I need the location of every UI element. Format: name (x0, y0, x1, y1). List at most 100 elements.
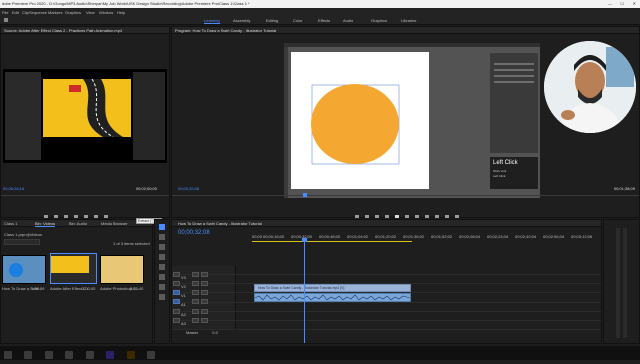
home-icon[interactable] (4, 18, 8, 22)
track-master: Master 0.0 (172, 321, 601, 335)
workspace-color[interactable]: Color (293, 18, 303, 23)
menu-markers[interactable]: Markers (48, 10, 62, 15)
step-forward-icon[interactable] (405, 215, 409, 219)
source-scrubber[interactable] (1, 195, 169, 196)
workspace-graphics[interactable]: Graphics (371, 18, 387, 23)
ruler-tick: 00;01;52;02 (431, 234, 453, 239)
search-icon[interactable] (24, 350, 33, 359)
task-view-icon[interactable] (44, 350, 53, 359)
project-thumb-1[interactable] (2, 255, 46, 284)
workspace-effects[interactable]: Effects (318, 18, 330, 23)
program-scrubber[interactable] (172, 195, 639, 196)
step-back-icon[interactable] (385, 215, 389, 219)
razor-icon[interactable] (159, 254, 165, 260)
slip-icon[interactable] (159, 264, 165, 270)
ruler-tick: 00;02;08;04 (459, 234, 481, 239)
ruler-tick: 00;00;48;00 (319, 234, 341, 239)
windows-start-icon[interactable] (4, 350, 12, 359)
step-back-icon[interactable] (44, 215, 48, 219)
browser-icon[interactable] (85, 350, 94, 359)
menu-view[interactable]: View (86, 10, 95, 15)
tab-media-browser[interactable]: Media Browser (101, 221, 128, 226)
workspace-libraries[interactable]: Libraries (401, 18, 416, 23)
go-out-icon[interactable] (415, 215, 419, 219)
insert-icon[interactable] (84, 215, 88, 219)
project-search-input[interactable] (4, 239, 40, 245)
audio-waveform (255, 294, 410, 301)
audio-clip[interactable] (254, 293, 411, 302)
extract-icon[interactable] (435, 215, 439, 219)
track-v2: V2 (172, 275, 601, 289)
ruler-tick: 00;00;16;00 (263, 234, 285, 239)
camera-icon[interactable] (445, 215, 449, 219)
tab-bin-videos[interactable]: Bin: Videos (35, 221, 56, 227)
mark-out-icon[interactable] (365, 215, 369, 219)
menu-sequence[interactable]: Sequence (29, 10, 47, 15)
work-area-bar[interactable] (252, 241, 412, 242)
selection-tool-icon[interactable] (159, 224, 165, 230)
menu-window[interactable]: Window (99, 10, 113, 15)
export-frame-icon[interactable] (104, 215, 108, 219)
project-thumb-2[interactable] (50, 253, 97, 284)
workspace-assembly[interactable]: Assembly (233, 18, 250, 23)
ruler-tick: 00;02;24;04 (487, 234, 509, 239)
menu-help[interactable]: Help (117, 10, 125, 15)
source-right-ui (133, 72, 165, 160)
program-monitor-title: Program: How To Draw a Swirl Candy - Ill… (175, 28, 277, 33)
program-playhead[interactable] (303, 193, 307, 197)
video-clip[interactable]: How To Draw a Swirl Candy - Illustrator … (254, 284, 411, 292)
workspace-editing[interactable]: Editing (266, 18, 278, 23)
play-icon[interactable] (395, 215, 399, 219)
type-icon[interactable] (159, 294, 165, 300)
source-video-frame (3, 69, 167, 163)
track-select-icon[interactable] (159, 234, 165, 240)
illustrator-icon[interactable] (126, 350, 135, 359)
lift-icon[interactable] (425, 215, 429, 219)
program-video-frame: Left Click Work Link Left Click (284, 43, 540, 198)
source-monitor-header: Source: Adobe After Effect Class 2 - Pra… (1, 27, 169, 34)
timeline-tab[interactable]: How To Draw a Swirl Candy - Illustrator … (178, 221, 262, 226)
menu-file[interactable]: File (2, 10, 8, 15)
illustrator-artboard (291, 52, 429, 189)
orange-circle (311, 84, 400, 165)
pen-icon[interactable] (159, 274, 165, 280)
settings-icon[interactable] (455, 215, 459, 219)
hand-icon[interactable] (159, 284, 165, 290)
prev-icon[interactable] (54, 215, 58, 219)
premiere-icon[interactable] (106, 350, 115, 359)
overlay-sub2: Left Click (493, 174, 506, 178)
menu-edit[interactable]: Edit (12, 10, 19, 15)
maximize-icon[interactable]: ☐ (620, 1, 624, 6)
timeline-playhead-handle[interactable] (302, 238, 307, 242)
master-value[interactable]: 0.0 (212, 330, 218, 335)
play-icon[interactable] (64, 215, 68, 219)
project-item-1-duration: 1:38:09 (31, 286, 45, 291)
source-timecode[interactable]: 00;06;28;18 (3, 186, 24, 191)
mark-in-icon[interactable] (355, 215, 359, 219)
source-monitor-title: Source: Adobe After Effect Class 2 - Pra… (4, 28, 123, 33)
close-icon[interactable]: ✕ (633, 1, 636, 6)
timeline-timecode[interactable]: 00;00;32;08 (178, 230, 210, 237)
timeline-playhead[interactable] (304, 240, 305, 343)
tab-bin-audio[interactable]: Bin: Audio (69, 221, 87, 226)
minimize-icon[interactable]: — (608, 1, 612, 6)
next-icon[interactable] (74, 215, 78, 219)
workspace-learning[interactable]: Learning (204, 18, 220, 24)
menu-graphics[interactable]: Graphics (65, 10, 81, 15)
illustrator-menubar (284, 43, 540, 47)
workspace-audio[interactable]: Audio (343, 18, 353, 23)
workspace-bar: Learning Assembly Editing Color Effects … (0, 16, 640, 25)
go-in-icon[interactable] (375, 215, 379, 219)
explorer-icon[interactable] (65, 350, 74, 359)
meter-left (616, 228, 620, 338)
program-timecode[interactable]: 00;00;32;08 (178, 186, 199, 191)
ripple-edit-icon[interactable] (159, 244, 165, 250)
source-monitor: Source: Adobe After Effect Class 2 - Pra… (0, 26, 170, 219)
timeline-header: How To Draw a Swirl Candy - Illustrator … (172, 220, 601, 227)
overwrite-icon[interactable] (94, 215, 98, 219)
click-overlay: Left Click Work Link Left Click (490, 157, 538, 189)
app-icon[interactable] (147, 350, 156, 359)
project-thumb-3[interactable] (100, 255, 144, 284)
menu-clip[interactable]: Clip (22, 10, 29, 15)
tab-project[interactable]: Class 1 (4, 221, 17, 226)
